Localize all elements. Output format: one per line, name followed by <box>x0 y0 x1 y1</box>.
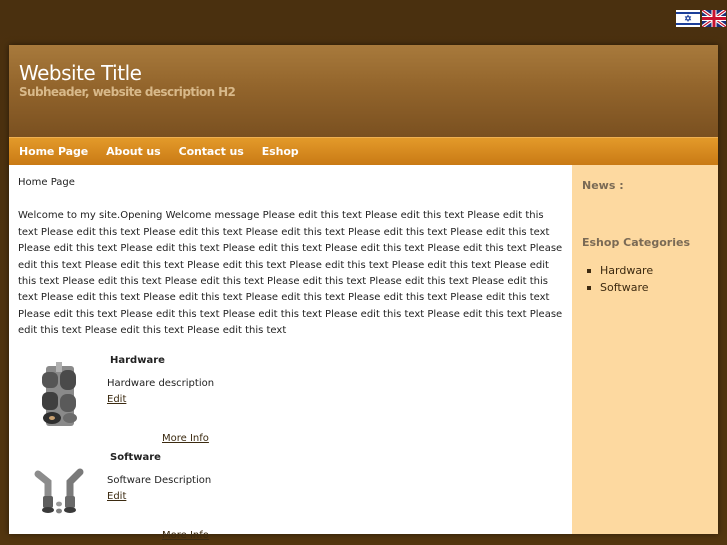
product-description: Hardware description <box>107 377 215 389</box>
product-item-hardware: Hardware Hardware description Edit More … <box>18 352 563 449</box>
sidebar: News : Eshop Categories Hardware Softwar… <box>572 165 718 534</box>
news-heading: News : <box>582 179 624 192</box>
main-nav: Home Page About us Contact us Eshop <box>9 137 718 165</box>
category-item-software[interactable]: Software <box>582 280 708 297</box>
product-more-info-link[interactable]: More Info <box>162 431 209 447</box>
site-title: Website Title <box>19 61 142 85</box>
breadcrumb: Home Page <box>18 177 75 188</box>
israel-flag-icon[interactable] <box>676 10 700 27</box>
product-name: Software <box>110 451 161 463</box>
welcome-text: Welcome to my site.Opening Welcome messa… <box>18 210 563 337</box>
product-name: Hardware <box>110 354 165 366</box>
site-header: Website Title Subheader, website descrip… <box>9 45 718 137</box>
gear-shaft-icon[interactable] <box>32 360 88 430</box>
content-area: Home Page Welcome to my site.Opening Wel… <box>9 165 718 541</box>
nav-eshop[interactable]: Eshop <box>262 145 299 158</box>
category-item-hardware[interactable]: Hardware <box>582 263 708 280</box>
product-edit-link[interactable]: Edit <box>107 392 126 408</box>
product-description: Software Description <box>107 474 212 486</box>
nav-about[interactable]: About us <box>106 145 161 158</box>
category-list: Hardware Software <box>582 263 708 296</box>
product-more-info-link[interactable]: More Info <box>162 528 209 544</box>
product-item-software: Software Software Description Edit More … <box>18 449 563 545</box>
pipe-fittings-icon[interactable] <box>32 458 88 528</box>
product-edit-link[interactable]: Edit <box>107 489 126 505</box>
page-container: Website Title Subheader, website descrip… <box>9 45 718 541</box>
site-subtitle: Subheader, website description H2 <box>19 85 236 99</box>
nav-contact[interactable]: Contact us <box>179 145 244 158</box>
main-content: Home Page Welcome to my site.Opening Wel… <box>9 165 572 541</box>
uk-flag-icon[interactable] <box>702 10 726 27</box>
eshop-categories-heading: Eshop Categories <box>582 236 691 249</box>
language-switcher <box>676 10 726 27</box>
nav-home[interactable]: Home Page <box>19 145 88 158</box>
